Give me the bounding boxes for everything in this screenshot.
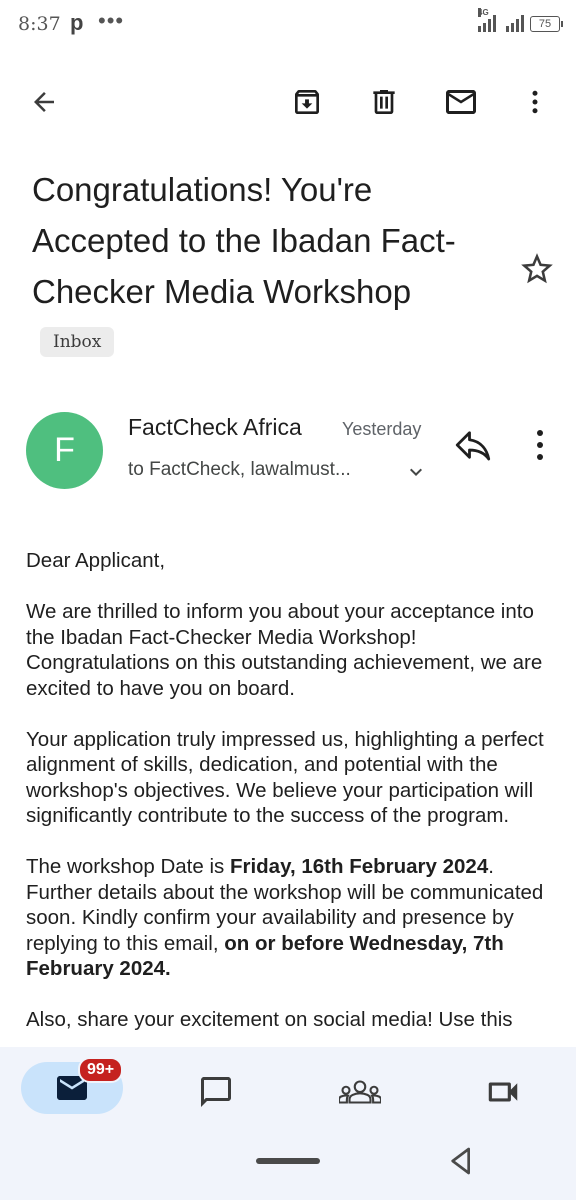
- status-time: 8:37: [18, 13, 61, 35]
- home-gesture-bar[interactable]: [256, 1158, 320, 1164]
- system-back-button[interactable]: [446, 1145, 478, 1177]
- arrow-back-icon: [34, 92, 54, 112]
- scroll-fade: [0, 1028, 576, 1048]
- nav-chat[interactable]: [191, 1062, 241, 1122]
- email-body: Dear Applicant, We are thrilled to infor…: [26, 548, 556, 1058]
- signal-icon: [506, 14, 524, 32]
- email-date: Yesterday: [342, 419, 422, 439]
- nav-spaces[interactable]: [335, 1062, 385, 1122]
- triangle-back-icon: [451, 1147, 470, 1175]
- inbox-label-badge[interactable]: Inbox: [40, 327, 115, 358]
- expand-details-button[interactable]: [404, 460, 428, 484]
- email-subject: Congratulations! You're Accepted to the …: [32, 164, 472, 368]
- trash-icon: [373, 90, 395, 114]
- group-icon: [339, 1080, 381, 1104]
- nav-meet[interactable]: [478, 1062, 528, 1122]
- mail-icon: [446, 90, 476, 114]
- archive-button[interactable]: [283, 78, 331, 126]
- status-bar: 8:37 p ••• 4G 75: [0, 0, 576, 52]
- battery-icon: 75: [530, 16, 563, 32]
- status-indicators: 4G 75: [478, 8, 563, 32]
- more-vert-icon: [532, 90, 538, 114]
- reply-button[interactable]: [452, 424, 494, 466]
- greeting: Dear Applicant,: [26, 549, 166, 572]
- sender-avatar[interactable]: F: [26, 412, 103, 489]
- body-paragraph: We are thrilled to inform you about your…: [26, 600, 543, 700]
- archive-icon: [295, 90, 319, 114]
- subject-text: Congratulations! You're Accepted to the …: [32, 171, 456, 310]
- unread-badge: 99+: [78, 1057, 124, 1083]
- star-button[interactable]: [518, 250, 556, 288]
- network-type: 4G: [478, 8, 489, 17]
- more-vert-icon: [537, 430, 543, 460]
- delete-button[interactable]: [360, 78, 408, 126]
- battery-level: 75: [538, 18, 552, 30]
- reply-icon: [455, 431, 491, 461]
- app-notification-icon: p: [70, 10, 84, 35]
- sender-name[interactable]: FactCheck Africa: [128, 414, 302, 441]
- star-icon: [521, 253, 553, 284]
- back-button[interactable]: [20, 78, 68, 126]
- video-camera-icon: [488, 1082, 518, 1102]
- recipients[interactable]: to FactCheck, lawalmust...: [128, 459, 351, 481]
- chevron-down-icon: [410, 468, 422, 476]
- text: The workshop Date is: [26, 855, 230, 878]
- toolbar: [0, 78, 576, 126]
- message-more-button[interactable]: [522, 424, 558, 466]
- body-paragraph: Your application truly impressed us, hig…: [26, 727, 544, 828]
- more-notifications-icon: •••: [98, 8, 125, 33]
- chat-icon: [201, 1077, 231, 1107]
- signal-4g-icon: 4G: [478, 8, 500, 32]
- mark-unread-button[interactable]: [437, 78, 485, 126]
- body-paragraph: The workshop Date is Friday, 16th Februa…: [26, 854, 556, 982]
- workshop-date: Friday, 16th February 2024: [229, 855, 489, 878]
- bottom-navigation: 99+: [0, 1047, 576, 1200]
- more-options-button[interactable]: [511, 78, 559, 126]
